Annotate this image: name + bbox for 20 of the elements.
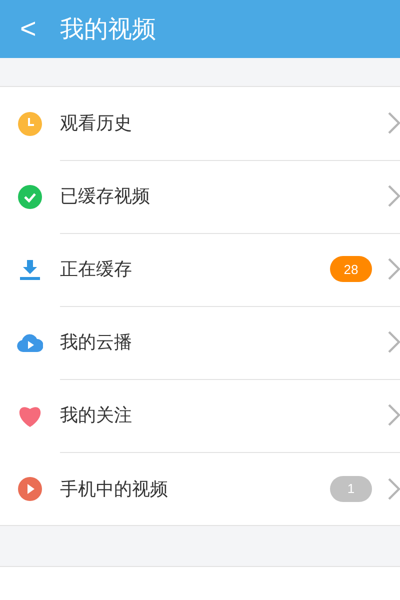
chevron-icon	[388, 258, 400, 280]
menu-item[interactable]: 已缓存视频	[60, 184, 388, 208]
page-title: 我的视频	[60, 14, 156, 45]
play-icon	[18, 476, 42, 500]
chevron-icon	[388, 478, 400, 500]
count-badge: 28	[330, 256, 372, 282]
menu-item[interactable]: 正在缓存	[60, 257, 330, 281]
menu-item[interactable]: 我的云播	[60, 330, 388, 354]
chevron-icon	[388, 185, 400, 207]
chevron-icon	[388, 112, 400, 134]
cloud-play-icon	[17, 334, 43, 352]
chevron-icon	[388, 404, 400, 426]
clock-icon	[18, 112, 42, 136]
menu-item[interactable]: 手机中的视频	[60, 476, 330, 500]
chevron-icon	[388, 331, 400, 353]
download-icon	[19, 258, 41, 280]
menu-item[interactable]: 观看历史	[60, 111, 388, 135]
check-icon	[18, 184, 42, 208]
menu-item[interactable]: 我的关注	[60, 403, 388, 427]
count-badge: 1	[330, 476, 372, 502]
